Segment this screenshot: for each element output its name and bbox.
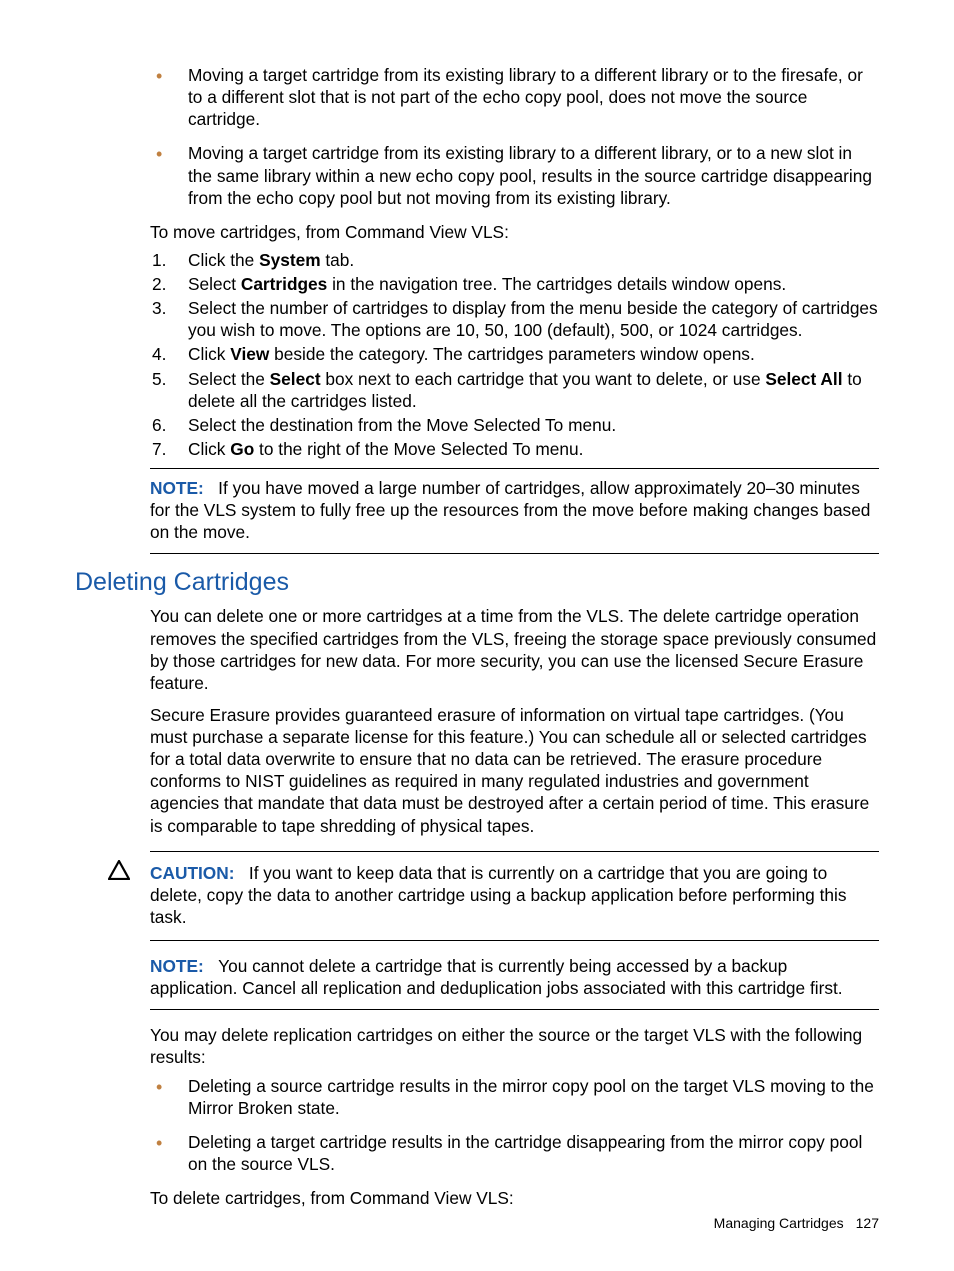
step-item: Select the Select box next to each cartr… xyxy=(150,368,879,412)
text: Click xyxy=(188,439,230,459)
text: in the navigation tree. The cartridges d… xyxy=(327,274,786,294)
move-notes-list: Moving a target cartridge from its exist… xyxy=(150,64,879,209)
text: Select xyxy=(188,274,241,294)
note-block: NOTE: If you have moved a large number o… xyxy=(150,468,879,554)
bold-text: Select All xyxy=(765,369,842,389)
note-text: If you have moved a large number of cart… xyxy=(150,478,870,542)
step-item: Select the destination from the Move Sel… xyxy=(150,414,879,436)
text: box next to each cartridge that you want… xyxy=(321,369,766,389)
text: Select the xyxy=(188,369,270,389)
note-text: You cannot delete a cartridge that is cu… xyxy=(150,956,843,998)
footer-section: Managing Cartridges xyxy=(714,1215,844,1231)
paragraph: To delete cartridges, from Command View … xyxy=(150,1187,879,1209)
text: Click the xyxy=(188,250,259,270)
note-label: NOTE: xyxy=(150,478,204,498)
caution-icon xyxy=(108,860,130,885)
paragraph: You may delete replication cartridges on… xyxy=(150,1024,879,1068)
bold-text: View xyxy=(230,344,269,364)
step-item: Click View beside the category. The cart… xyxy=(150,343,879,365)
caution-label: CAUTION: xyxy=(150,863,234,883)
bold-text: Cartridges xyxy=(241,274,327,294)
bold-text: Select xyxy=(270,369,321,389)
paragraph: Secure Erasure provides guaranteed erasu… xyxy=(150,704,879,837)
step-item: Select the number of cartridges to displ… xyxy=(150,297,879,341)
bold-text: System xyxy=(259,250,320,270)
move-steps: Click the System tab. Select Cartridges … xyxy=(150,249,879,460)
step-item: Click the System tab. xyxy=(150,249,879,271)
move-intro: To move cartridges, from Command View VL… xyxy=(150,221,879,243)
note-label: NOTE: xyxy=(150,956,204,976)
section-heading: Deleting Cartridges xyxy=(75,568,879,597)
text: beside the category. The cartridges para… xyxy=(269,344,754,364)
text: If you want to keep data that is current… xyxy=(150,863,847,927)
paragraph: You can delete one or more cartridges at… xyxy=(150,605,879,694)
step-item: Select Cartridges in the navigation tree… xyxy=(150,273,879,295)
caution-block: CAUTION: If you want to keep data that i… xyxy=(150,851,879,941)
list-item: Moving a target cartridge from its exist… xyxy=(150,64,879,130)
list-item: Deleting a source cartridge results in t… xyxy=(150,1075,879,1119)
caution-text: CAUTION: If you want to keep data that i… xyxy=(150,862,879,928)
list-item: Moving a target cartridge from its exist… xyxy=(150,142,879,208)
text: to the right of the Move Selected To men… xyxy=(254,439,583,459)
list-item: Deleting a target cartridge results in t… xyxy=(150,1131,879,1175)
page: Moving a target cartridge from its exist… xyxy=(0,0,954,1271)
delete-results-list: Deleting a source cartridge results in t… xyxy=(150,1075,879,1176)
body-indent: Moving a target cartridge from its exist… xyxy=(150,64,879,554)
page-footer: Managing Cartridges 127 xyxy=(714,1215,879,1231)
step-item: Click Go to the right of the Move Select… xyxy=(150,438,879,460)
body-indent: You can delete one or more cartridges at… xyxy=(150,605,879,1209)
text: Click xyxy=(188,344,230,364)
note-block: NOTE: You cannot delete a cartridge that… xyxy=(150,947,879,1010)
bold-text: Go xyxy=(230,439,254,459)
page-number: 127 xyxy=(856,1215,879,1231)
text: tab. xyxy=(321,250,355,270)
